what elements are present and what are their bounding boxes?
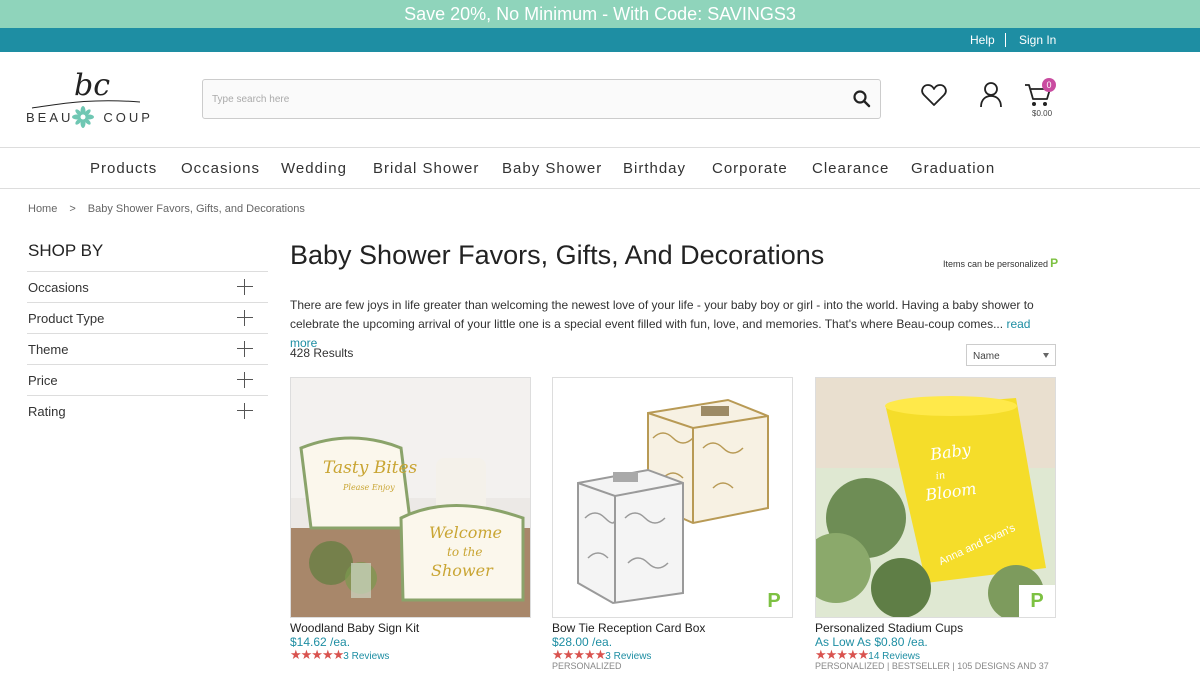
nav-graduation[interactable]: Graduation: [911, 160, 995, 177]
heart-icon[interactable]: [920, 81, 948, 109]
site-header: bc BEAU COUP Type search here 0 $0.00: [0, 52, 1200, 148]
promo-banner[interactable]: Save 20%, No Minimum - With Code: SAVING…: [0, 0, 1200, 28]
product-card[interactable]: P Bow Tie Reception Card Box $28.00 /ea.…: [552, 377, 793, 671]
breadcrumb-separator: >: [69, 203, 76, 215]
review-count[interactable]: 3 Reviews: [343, 651, 389, 662]
category-intro: There are few joys in life greater than …: [290, 296, 1060, 353]
logo-word-left: BEAU: [26, 110, 74, 125]
filter-theme[interactable]: Theme: [27, 333, 268, 364]
star-rating-icon: ★★★★★: [815, 647, 869, 662]
filter-rating[interactable]: Rating: [27, 395, 268, 426]
nav-birthday[interactable]: Birthday: [623, 160, 686, 177]
breadcrumb-current: Baby Shower Favors, Gifts, and Decoratio…: [87, 203, 305, 215]
product-name[interactable]: Bow Tie Reception Card Box: [552, 621, 705, 635]
account-icon[interactable]: [977, 81, 1005, 109]
filter-occasions[interactable]: Occasions: [27, 271, 268, 302]
cart-button[interactable]: 0 $0.00: [1024, 78, 1060, 122]
nav-baby-shower[interactable]: Baby Shower: [502, 160, 602, 177]
filter-list: Occasions Product Type Theme Price Ratin…: [27, 271, 268, 426]
cart-count-badge: 0: [1042, 78, 1056, 92]
search-bar: [202, 79, 881, 119]
filter-label: Product Type: [28, 311, 105, 326]
search-input[interactable]: [203, 80, 843, 118]
sort-value: Name: [973, 351, 1000, 362]
svg-text:Please Enjoy: Please Enjoy: [342, 483, 395, 492]
star-rating-icon: ★★★★★: [552, 647, 606, 662]
help-link[interactable]: Help: [970, 33, 995, 47]
svg-text:Shower: Shower: [431, 561, 494, 580]
nav-wedding[interactable]: Wedding: [281, 160, 347, 177]
product-name[interactable]: Woodland Baby Sign Kit: [290, 621, 419, 635]
personalization-note: Items can be personalized P: [943, 256, 1058, 270]
search-icon[interactable]: [852, 89, 872, 109]
sort-select[interactable]: Name: [966, 344, 1056, 366]
plus-icon[interactable]: [237, 310, 253, 326]
woodland-sign-image: Tasty Bites Please Enjoy Welcome to the …: [291, 378, 530, 617]
product-image-stadium-cups[interactable]: Baby in Bloom Anna and Evan's P: [815, 377, 1056, 618]
product-image-card-box[interactable]: P: [552, 377, 793, 618]
shop-by-heading: SHOP BY: [28, 241, 104, 260]
filter-price[interactable]: Price: [27, 364, 268, 395]
personalization-note-text: Items can be personalized: [943, 259, 1049, 269]
personalize-p-icon: P: [1019, 585, 1055, 617]
filter-label: Theme: [28, 342, 69, 357]
nav-products[interactable]: Products: [90, 160, 157, 177]
intro-text: There are few joys in life greater than …: [290, 298, 1034, 331]
chevron-down-icon: [1043, 353, 1049, 358]
nav-clearance[interactable]: Clearance: [812, 160, 889, 177]
cart-amount: $0.00: [1032, 109, 1053, 118]
product-card[interactable]: Baby in Bloom Anna and Evan's P Personal…: [815, 377, 1056, 671]
personalize-p-icon: P: [756, 585, 792, 617]
filter-label: Price: [28, 373, 58, 388]
personalize-p-icon: P: [1050, 256, 1059, 270]
product-name[interactable]: Personalized Stadium Cups: [815, 621, 963, 635]
filter-label: Occasions: [28, 280, 89, 295]
plus-icon[interactable]: [237, 279, 253, 295]
main-nav: Products Occasions Wedding Bridal Shower…: [0, 149, 1200, 189]
svg-text:Tasty Bites: Tasty Bites: [323, 458, 418, 478]
nav-occasions[interactable]: Occasions: [181, 160, 260, 177]
flower-icon: [72, 106, 94, 128]
breadcrumb: Home > Baby Shower Favors, Gifts, and Deco…: [28, 203, 305, 215]
utility-bar: Help Sign In: [0, 28, 1200, 52]
utility-divider: [1005, 33, 1006, 47]
beaucoup-logo[interactable]: bc BEAU COUP: [26, 68, 150, 132]
plus-icon[interactable]: [237, 372, 253, 388]
nav-corporate[interactable]: Corporate: [712, 160, 788, 177]
results-count: 428 Results: [290, 346, 354, 360]
svg-text:in: in: [935, 470, 946, 482]
product-rating[interactable]: ★★★★★3 Reviews: [290, 647, 389, 663]
nav-bridal-shower[interactable]: Bridal Shower: [373, 160, 479, 177]
product-tags: PERSONALIZED | BESTSELLER | 105 DESIGNS …: [815, 661, 1049, 671]
plus-icon[interactable]: [237, 341, 253, 357]
page-title: Baby Shower Favors, Gifts, And Decoratio…: [290, 240, 825, 270]
product-tags: PERSONALIZED: [552, 661, 622, 671]
breadcrumb-home[interactable]: Home: [28, 203, 57, 215]
sign-in-link[interactable]: Sign In: [1019, 33, 1056, 47]
star-rating-icon: ★★★★★: [290, 647, 344, 662]
product-card[interactable]: Tasty Bites Please Enjoy Welcome to the …: [290, 377, 531, 662]
svg-text:to the: to the: [447, 545, 483, 559]
card-box-image: [553, 378, 792, 617]
filter-product-type[interactable]: Product Type: [27, 302, 268, 333]
svg-text:Welcome: Welcome: [429, 523, 502, 542]
product-image-woodland-sign[interactable]: Tasty Bites Please Enjoy Welcome to the …: [290, 377, 531, 618]
logo-word-right: COUP: [103, 110, 153, 125]
stadium-cup-image: Baby in Bloom Anna and Evan's: [816, 378, 1055, 617]
plus-icon[interactable]: [237, 403, 253, 419]
filter-label: Rating: [28, 404, 66, 419]
